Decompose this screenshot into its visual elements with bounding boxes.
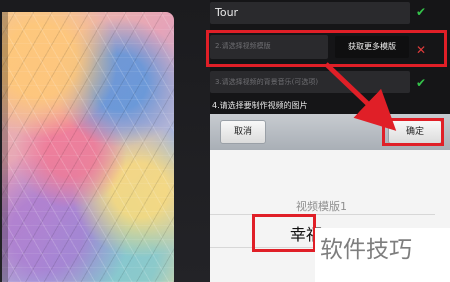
picker-cancel-button[interactable]: 取消: [220, 120, 266, 144]
cover-spine: [2, 12, 8, 282]
highlight-confirm-box: [382, 118, 444, 146]
music-check-icon: ✔: [416, 76, 427, 90]
title-value: Tour: [215, 6, 239, 19]
music-field[interactable]: 3.请选择视频的背景音乐(可选项): [210, 71, 410, 93]
picker-divider-top: [210, 214, 435, 215]
title-field[interactable]: Tour: [210, 2, 410, 24]
picker-option-1[interactable]: 视频模版1: [296, 198, 347, 214]
music-placeholder: 3.请选择视频的背景音乐(可选项): [215, 78, 319, 86]
step4-label: 4.请选择要制作视频的图片: [212, 101, 308, 110]
watermark-text: 软件技巧: [320, 237, 412, 263]
cover-image: [2, 12, 174, 282]
highlight-option-box: [252, 214, 316, 252]
highlight-template-box: [206, 30, 447, 67]
title-check-icon: ✔: [416, 5, 427, 19]
